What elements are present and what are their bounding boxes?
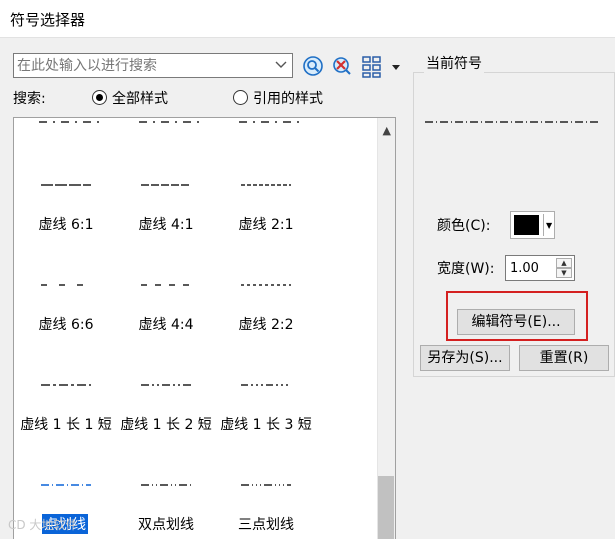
radio-label: 全部样式: [112, 91, 168, 107]
line-preview: [241, 284, 291, 286]
line-preview: [141, 284, 191, 286]
line-preview: [41, 384, 91, 386]
symbol-item[interactable]: 虚线 6:6: [16, 230, 116, 333]
line-preview: [241, 184, 291, 186]
scrollbar-thumb[interactable]: [378, 476, 394, 539]
divider: [543, 214, 544, 236]
line-preview: [241, 384, 291, 386]
symbol-item[interactable]: 虚线 4:4: [116, 230, 216, 333]
grid-view-icon[interactable]: [362, 56, 384, 78]
line-preview: [141, 384, 191, 386]
scroll-up-arrow-icon[interactable]: ▲: [383, 124, 391, 137]
spin-down-icon[interactable]: ▼: [556, 268, 572, 278]
highlight-box: [446, 291, 588, 341]
symbol-item[interactable]: 虚线 2:1: [216, 130, 316, 233]
color-picker-button[interactable]: ▼: [510, 211, 555, 239]
symbol-item[interactable]: 虚线 1 长 1 短: [16, 330, 116, 433]
color-swatch: [514, 215, 539, 235]
symbol-item[interactable]: 双点划线: [116, 430, 216, 533]
radio-button-icon[interactable]: [92, 90, 107, 105]
clear-search-icon[interactable]: [331, 55, 353, 77]
line-preview: [141, 484, 191, 486]
symbol-item[interactable]: 虚线 1 长 2 短: [116, 330, 216, 433]
radio-button-icon[interactable]: [233, 90, 248, 105]
line-preview: [41, 484, 91, 486]
symbol-list[interactable]: 虚线 6:1 虚线 4:1 虚线 2:1 虚线 6:6 虚线 4:4 虚线 2:…: [13, 117, 396, 539]
symbol-label: 双点划线: [138, 517, 194, 533]
symbol-item[interactable]: 三点划线: [216, 430, 316, 533]
vertical-scrollbar[interactable]: ▲: [377, 118, 395, 539]
symbol-item[interactable]: 虚线 4:1: [116, 130, 216, 233]
save-as-button[interactable]: 另存为(S)...: [420, 345, 510, 371]
color-label: 颜色(C):: [437, 218, 491, 234]
window-title: 符号选择器: [10, 11, 86, 29]
symbol-item[interactable]: 虚线 1 长 3 短: [216, 330, 316, 433]
search-input[interactable]: [17, 56, 267, 75]
partial-row-previews: [39, 121, 299, 123]
line-preview: [41, 184, 91, 186]
symbol-item-selected[interactable]: 点划线: [16, 430, 116, 534]
radio-referenced-styles[interactable]: 引用的样式: [233, 88, 353, 108]
symbol-item[interactable]: 虚线 6:1: [16, 130, 116, 233]
spin-up-icon[interactable]: ▲: [556, 258, 572, 268]
search-icon[interactable]: [302, 55, 324, 77]
watermark: CD 大地软件: [8, 518, 78, 532]
radio-label: 引用的样式: [253, 91, 323, 107]
symbol-item[interactable]: 虚线 2:2: [216, 230, 316, 333]
search-scope-label: 搜索:: [13, 91, 46, 107]
line-preview: [241, 484, 291, 486]
current-symbol-title: 当前符号: [424, 53, 484, 73]
dropdown-arrow-icon[interactable]: [389, 56, 411, 78]
chevron-down-icon[interactable]: [274, 58, 288, 72]
width-input[interactable]: [510, 259, 550, 277]
search-combobox[interactable]: [13, 53, 293, 78]
chevron-down-icon: ▼: [546, 221, 553, 230]
search-scope-label-wrap: 搜索:: [13, 88, 83, 108]
width-spinbox[interactable]: ▲ ▼: [505, 255, 575, 281]
line-preview: [41, 284, 91, 286]
line-preview: [141, 184, 191, 186]
width-label: 宽度(W):: [437, 261, 495, 277]
current-symbol-preview: [425, 121, 600, 123]
radio-all-styles[interactable]: 全部样式: [92, 88, 212, 108]
title-bar: 符号选择器: [0, 0, 615, 38]
symbol-label: 三点划线: [238, 517, 294, 533]
reset-button[interactable]: 重置(R): [519, 345, 609, 371]
